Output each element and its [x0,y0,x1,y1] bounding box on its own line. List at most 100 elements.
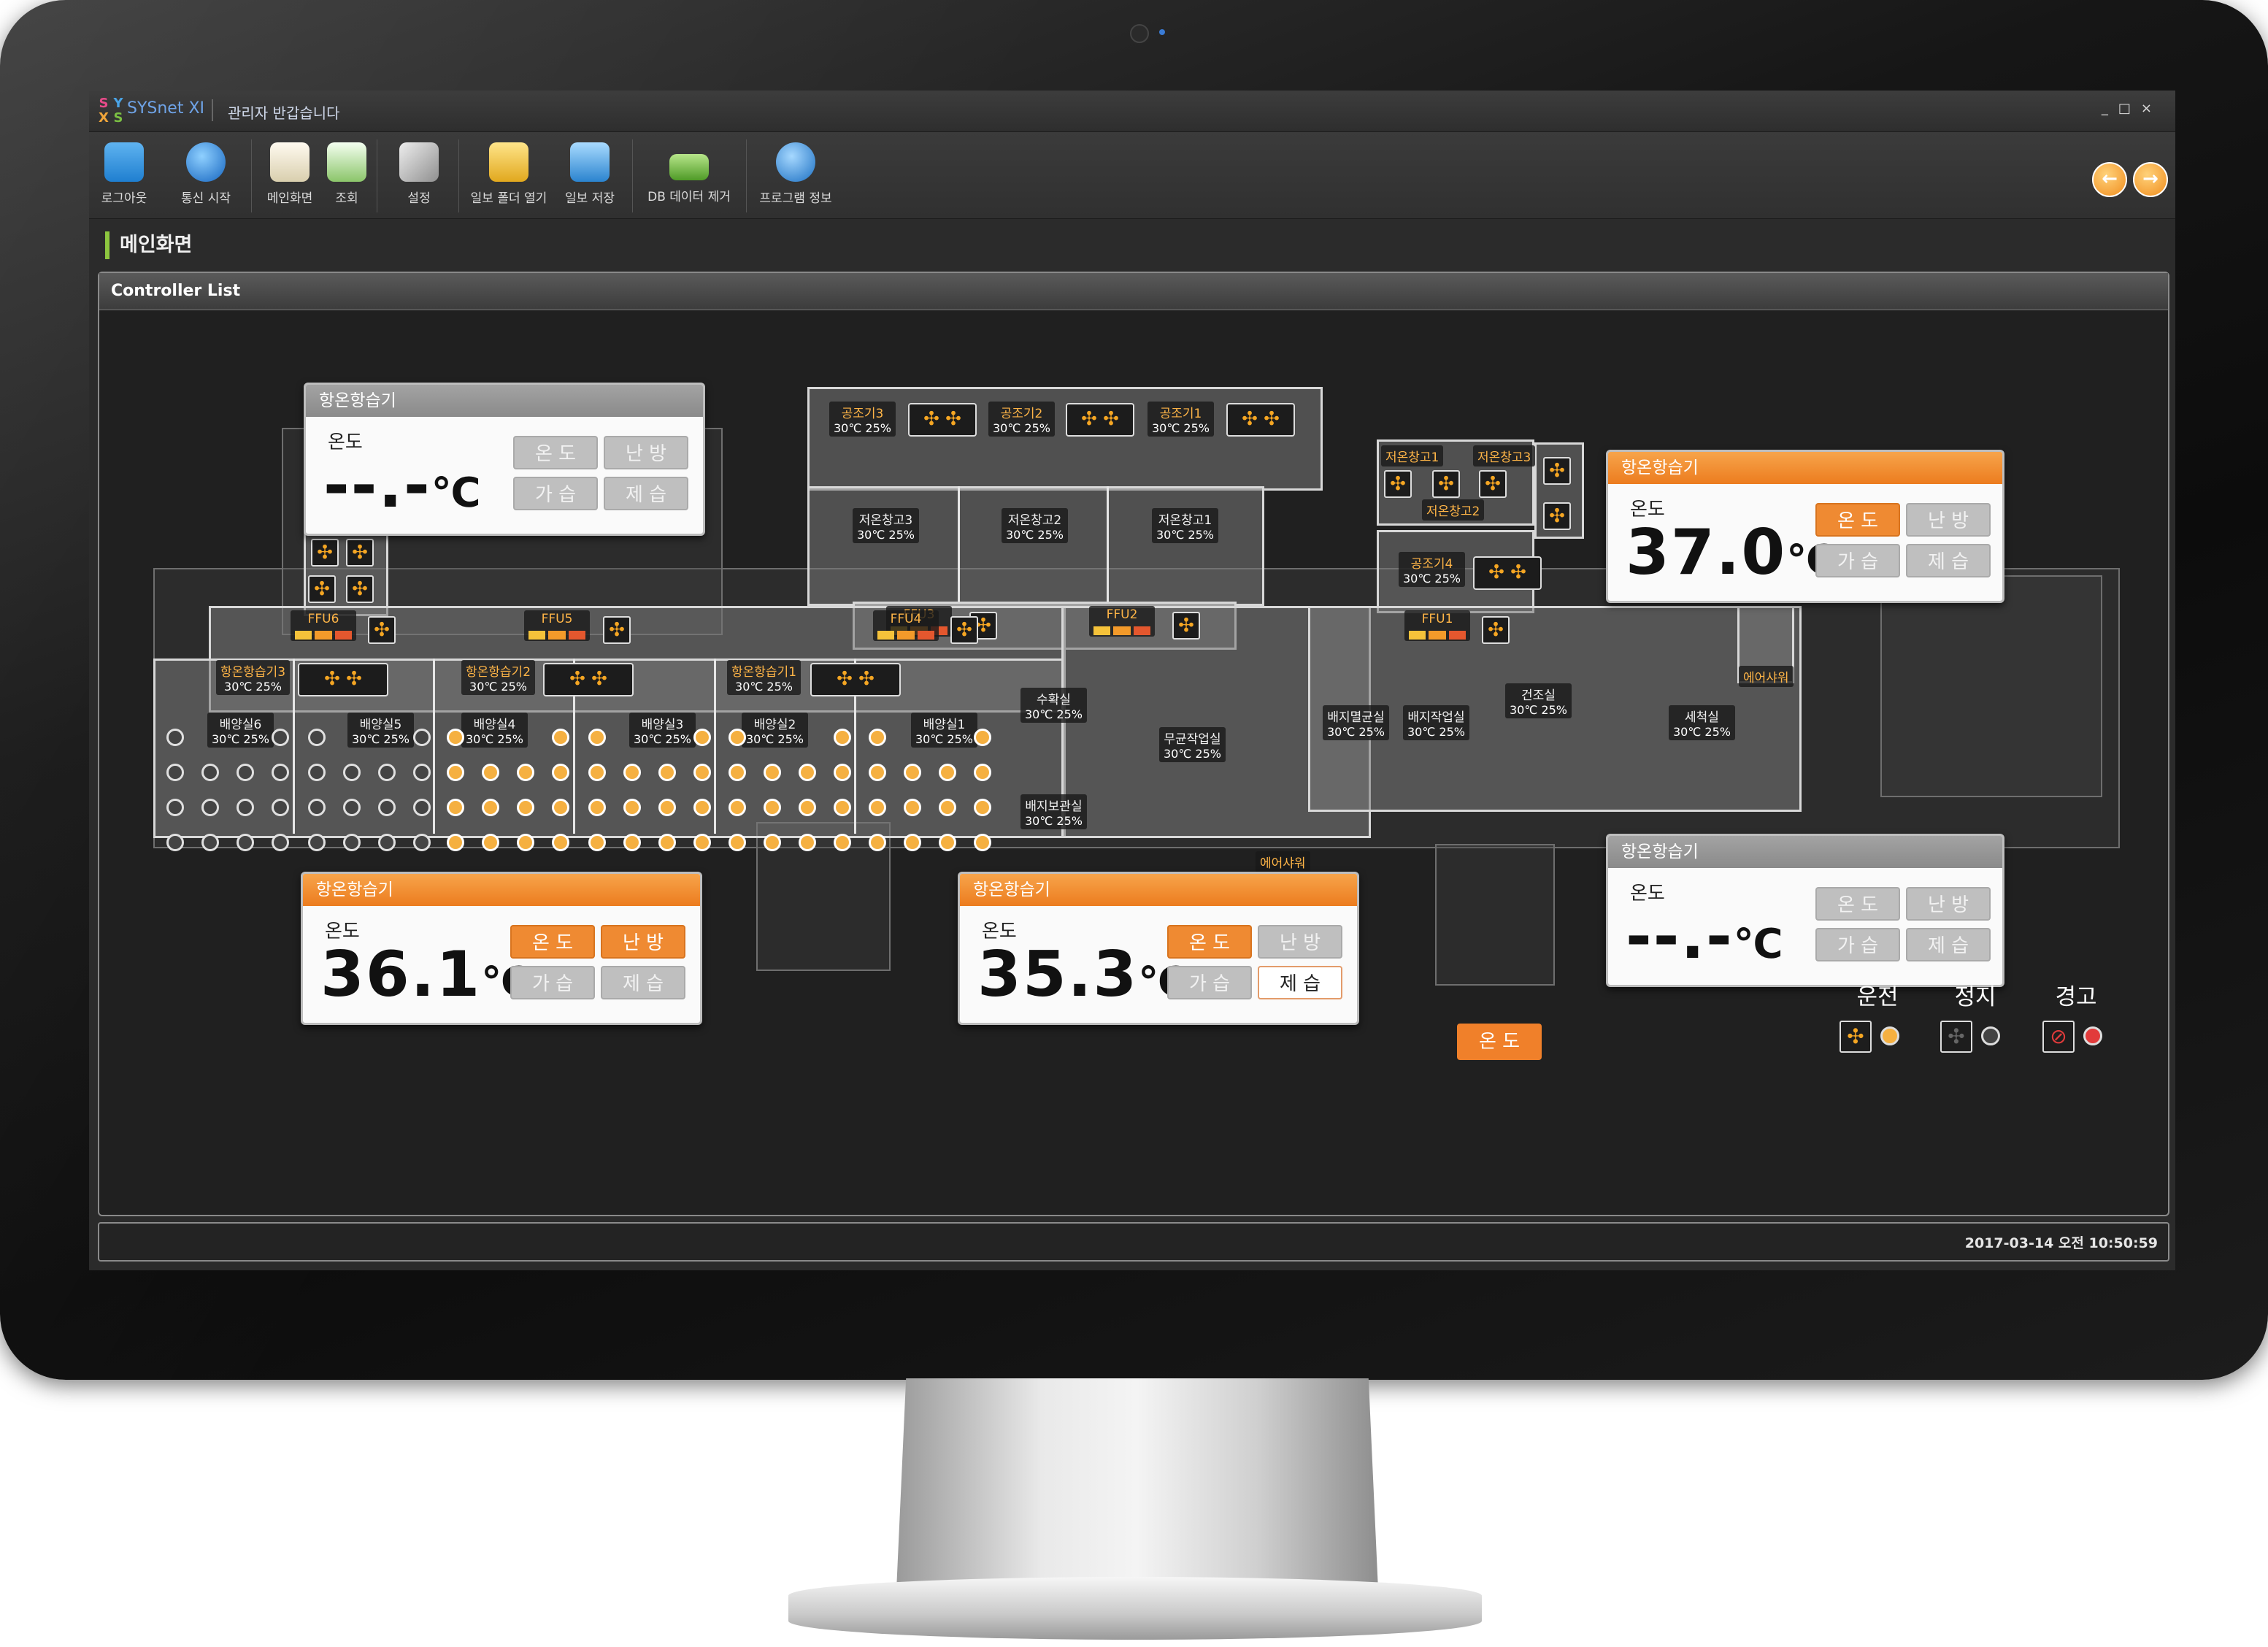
next-button[interactable]: → [2133,162,2168,197]
humidify-button[interactable]: 가 습 [513,477,598,510]
hvac-popup-5[interactable]: 항온항습기 온도 35.3℃ 온 도 난 방 가 습 제 습 [958,872,1359,1025]
tag-ahu4[interactable]: 공조기4 30℃ 25% [1399,552,1465,587]
tag-culture3[interactable]: 배양실3 30℃ 25% [629,713,696,748]
tag-ahu3[interactable]: 공조기3 30℃ 25% [829,402,896,437]
logout-button[interactable]: 로그아웃 [95,132,153,206]
settings-button[interactable]: 설정 [390,132,448,206]
status-light [799,834,816,851]
tag-ffu5[interactable]: FFU5 [524,610,590,641]
tag-ffu2[interactable]: FFU2 [1089,606,1155,637]
tag-air-shower-right[interactable]: 에어샤워 [1739,666,1794,687]
tag-drying[interactable]: 건조실 30℃ 25% [1505,683,1572,718]
minimize-button[interactable]: _ [2102,101,2118,116]
status-light [729,764,746,781]
fan-ffu5-icon[interactable] [603,616,631,644]
status-light [308,799,326,816]
save-report-button[interactable]: 일보 저장 [556,132,623,206]
tag-culture1[interactable]: 배양실1 30℃ 25% [911,713,977,748]
tag-cold2-right[interactable]: 저온창고2 [1422,499,1485,521]
temp-button[interactable]: 온 도 [510,925,595,959]
close-button[interactable]: × [2141,101,2162,116]
humidify-button[interactable]: 가 습 [510,966,595,999]
query-button[interactable]: 조회 [324,132,369,206]
tag-cold1-right[interactable]: 저온창고1 [1381,445,1444,467]
fan-grid-2-icon[interactable] [346,539,374,567]
dehumidify-button[interactable]: 제 습 [604,477,688,510]
dehumidify-button[interactable]: 제 습 [601,966,685,999]
status-light [799,799,816,816]
fan-hvac2-icon[interactable] [543,663,634,696]
fan-grid-4-icon[interactable] [346,575,374,603]
heat-button[interactable]: 난 방 [1906,887,1991,921]
humidify-button[interactable]: 가 습 [1815,544,1900,577]
tag-media-sterilize[interactable]: 배지멸균실 30℃ 25% [1323,705,1389,740]
fan-ffu2-icon[interactable] [1172,612,1200,640]
tag-ffu6[interactable]: FFU6 [291,610,356,641]
temp-button[interactable]: 온 도 [1815,503,1900,537]
open-report-folder-button[interactable]: 일보 폴더 열기 [463,132,555,206]
hvac-popup-4[interactable]: 항온항습기 온도 36.1℃ 온 도 난 방 가 습 제 습 [301,872,702,1025]
fan-ffu1-icon[interactable] [1482,616,1510,644]
temp-button[interactable]: 온 도 [1167,925,1252,959]
tag-cold2[interactable]: 저온창고2 30℃ 25% [1002,508,1068,543]
prev-button[interactable]: ← [2092,162,2127,197]
fan-ahu1-icon[interactable] [1226,403,1295,437]
tag-hvac2[interactable]: 항온항습기2 30℃ 25% [461,660,536,695]
heat-button[interactable]: 난 방 [601,925,685,959]
temperature-button[interactable]: 온 도 [1457,1024,1542,1060]
tag-hvac3[interactable]: 항온항습기3 30℃ 25% [216,660,291,695]
tag-cold1[interactable]: 저온창고1 30℃ 25% [1152,508,1218,543]
tag-culture5[interactable]: 배양실5 30℃ 25% [347,713,414,748]
fan-ahu2-icon[interactable] [1066,403,1134,437]
dehumidify-button[interactable]: 제 습 [1906,544,1991,577]
tag-ahu1[interactable]: 공조기1 30℃ 25% [1148,402,1214,437]
fan-ahu4-icon[interactable] [1473,556,1542,590]
tag-cold3-right[interactable]: 저온창고3 [1473,445,1536,467]
fan-ffu6-icon[interactable] [368,616,396,644]
tag-air-shower-center[interactable]: 에어샤워 [1256,851,1310,872]
tag-media-work[interactable]: 배지작업실 30℃ 25% [1403,705,1469,740]
fan-hvac1-icon[interactable] [810,663,901,696]
humidify-button[interactable]: 가 습 [1167,966,1252,999]
fan-hvac3-icon[interactable] [298,663,388,696]
fan-ahu3-icon[interactable] [908,403,977,437]
tag-culture2[interactable]: 배양실2 30℃ 25% [742,713,808,748]
tag-ahu2[interactable]: 공조기2 30℃ 25% [988,402,1055,437]
fan-cold-a-icon[interactable] [1384,470,1412,498]
tag-washing[interactable]: 세척실 30℃ 25% [1669,705,1735,740]
tag-culture4[interactable]: 배양실4 30℃ 25% [461,713,528,748]
fan-grid-1-icon[interactable] [311,539,339,567]
window-controls[interactable]: _□× [2102,101,2162,116]
tag-media-storage[interactable]: 배지보관실 30℃ 25% [1020,794,1087,829]
program-info-button[interactable]: 프로그램 정보 [750,132,841,206]
dehumidify-button[interactable]: 제 습 [1906,928,1991,961]
maximize-button[interactable]: □ [2118,101,2141,116]
heat-button[interactable]: 난 방 [1258,925,1342,959]
status-light [658,799,676,816]
fan-cold-c-icon[interactable] [1479,470,1507,498]
heat-button[interactable]: 난 방 [1906,503,1991,537]
temp-button[interactable]: 온 도 [1815,887,1900,921]
hvac-popup-3[interactable]: 항온항습기 온도 --.-℃ 온 도 난 방 가 습 제 습 [1606,834,2004,987]
main-screen-button[interactable]: 메인화면 [257,132,323,206]
tag-cold3[interactable]: 저온창고3 30℃ 25% [853,508,919,543]
tag-harvest[interactable]: 수확실 30℃ 25% [1020,688,1087,723]
fan-ffu4-icon[interactable] [950,616,978,644]
temp-button[interactable]: 온 도 [513,436,598,469]
heat-button[interactable]: 난 방 [604,436,688,469]
hvac-popup-2[interactable]: 항온항습기 온도 37.0℃ 온 도 난 방 가 습 제 습 [1606,450,2004,603]
dehumidify-button[interactable]: 제 습 [1258,966,1342,999]
fan-grid-3-icon[interactable] [308,575,336,603]
tag-sterile-work[interactable]: 무균작업실 30℃ 25% [1159,727,1226,762]
tag-culture6[interactable]: 배양실6 30℃ 25% [207,713,274,748]
humidify-button[interactable]: 가 습 [1815,928,1900,961]
fan-side-a-icon[interactable] [1543,457,1571,485]
tag-ffu1[interactable]: FFU1 [1404,610,1470,641]
start-comm-button[interactable]: 통신 시작 [171,132,241,206]
tag-ffu4[interactable]: FFU4 [873,610,939,641]
fan-side-b-icon[interactable] [1543,502,1571,530]
db-remove-button[interactable]: DB 데이터 제거 [638,132,740,204]
hvac-popup-1[interactable]: 항온항습기 온도 --.-℃ 온 도 난 방 가 습 제 습 [304,383,705,536]
tag-hvac1[interactable]: 항온항습기1 30℃ 25% [727,660,802,695]
fan-cold-b-icon[interactable] [1432,470,1460,498]
